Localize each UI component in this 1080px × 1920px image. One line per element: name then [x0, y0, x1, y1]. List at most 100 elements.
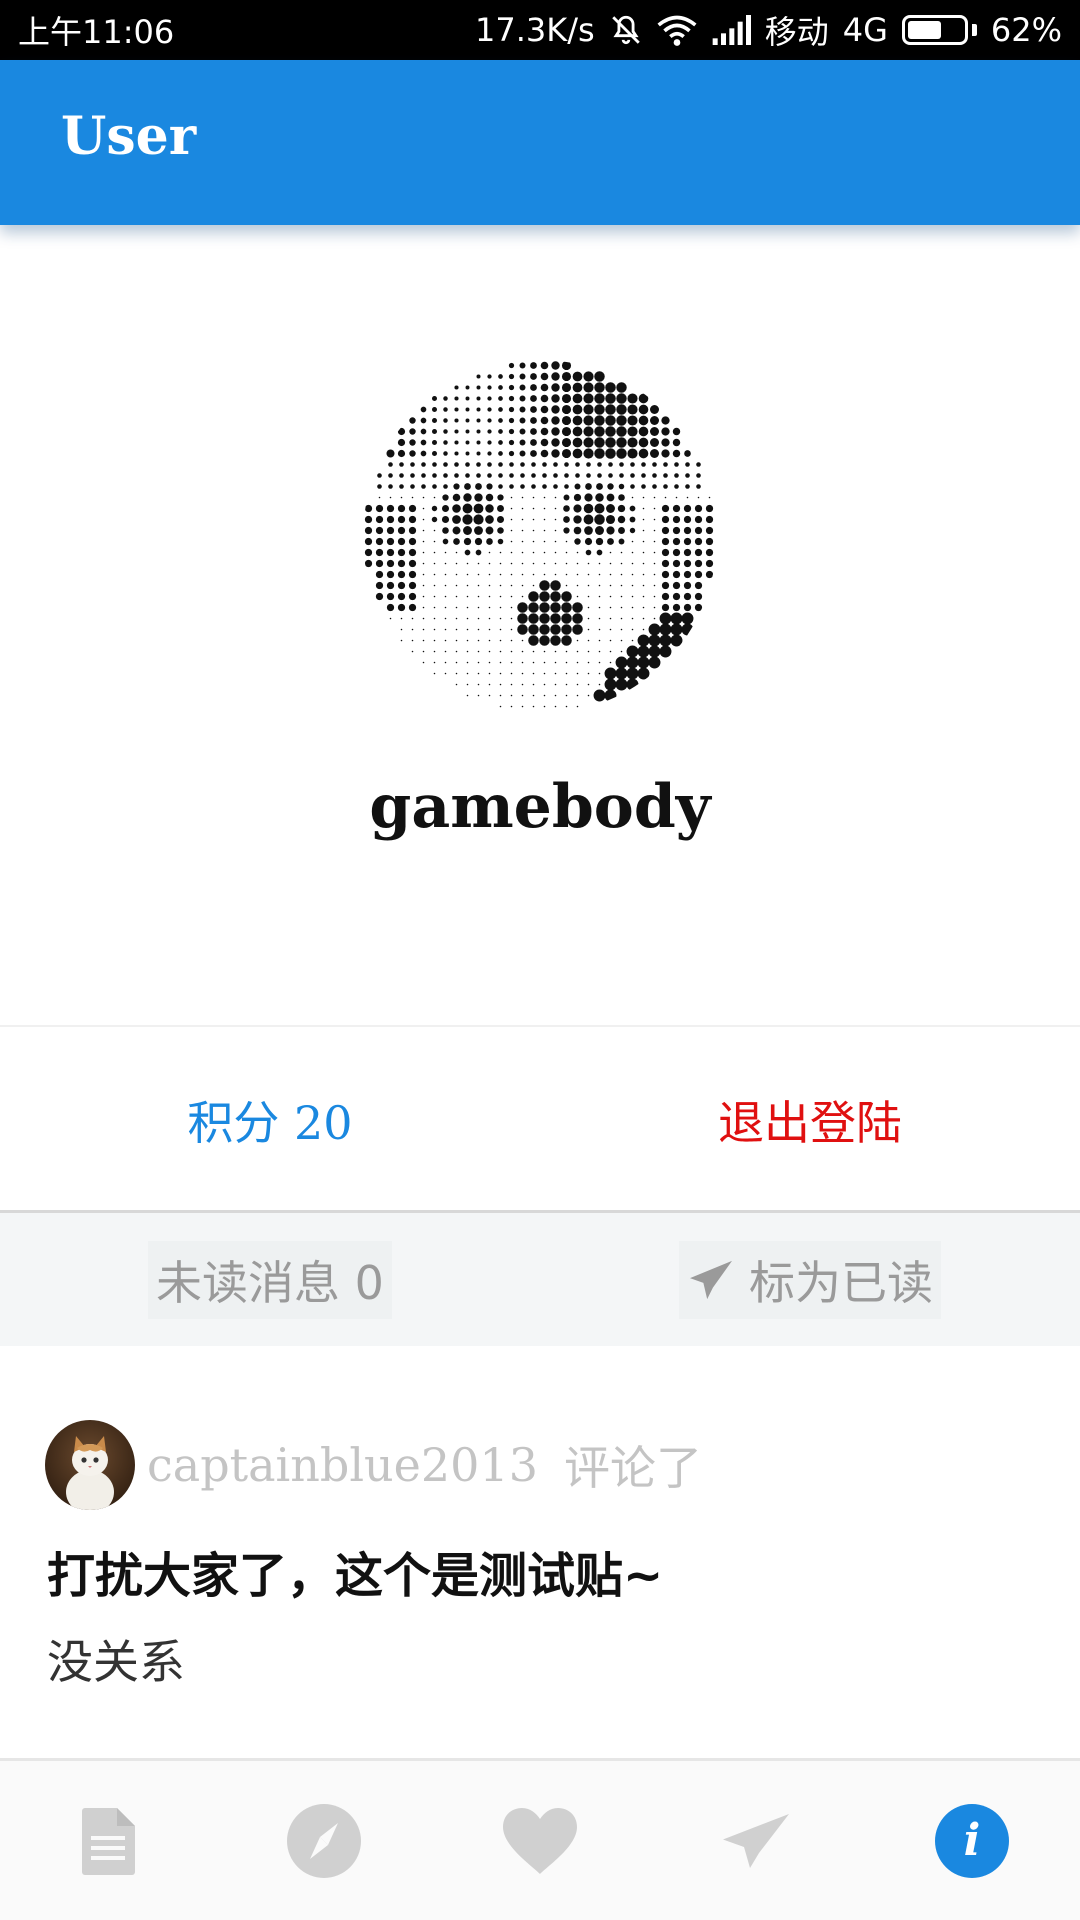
halftone-dot [521, 551, 524, 554]
halftone-dot [454, 473, 459, 478]
halftone-dot [476, 396, 481, 401]
halftone-dot [572, 613, 583, 624]
halftone-dot [431, 516, 438, 523]
halftone-dot [466, 639, 469, 642]
halftone-dot [576, 551, 579, 554]
halftone-dot [605, 382, 616, 393]
halftone-dot [498, 473, 503, 478]
halftone-dot [521, 672, 524, 675]
halftone-dot [433, 595, 436, 598]
comment-username[interactable]: captainblue2013 [147, 1438, 538, 1492]
halftone-dot [672, 581, 681, 590]
halftone-dot [607, 538, 614, 545]
halftone-dot [598, 562, 601, 565]
halftone-dot [705, 559, 714, 568]
halftone-dot [532, 540, 535, 543]
halftone-dot [530, 384, 537, 391]
battery-percent: 62% [990, 11, 1062, 49]
halftone-dot [583, 448, 594, 459]
halftone-dot [705, 548, 714, 557]
halftone-dot [543, 507, 546, 510]
halftone-dot [498, 484, 503, 489]
halftone-dot [462, 514, 473, 525]
halftone-dot [694, 559, 703, 568]
halftone-dot [488, 562, 491, 565]
halftone-dot [499, 705, 502, 708]
points-button[interactable]: 积分 20 [0, 1030, 540, 1210]
network-speed: 17.3K/s [475, 11, 595, 49]
halftone-dot [543, 496, 546, 499]
mark-read-button[interactable]: 标为已读 [540, 1213, 1080, 1346]
halftone-dot [609, 573, 612, 576]
halftone-dot [626, 678, 639, 691]
halftone-dot [409, 417, 416, 424]
halftone-dot [661, 559, 670, 568]
nav-user[interactable]: i [864, 1761, 1080, 1920]
halftone-dot [466, 584, 469, 587]
halftone-dot [637, 667, 650, 680]
halftone-dot [422, 650, 425, 653]
profile-avatar[interactable] [363, 360, 717, 714]
halftone-dot [697, 496, 700, 499]
halftone-dot [576, 705, 579, 708]
halftone-dot [444, 562, 447, 565]
halftone-dot [521, 518, 524, 521]
halftone-dot [554, 562, 557, 565]
halftone-dot [477, 562, 480, 565]
halftone-dot [397, 603, 406, 612]
halftone-dot [683, 570, 692, 579]
halftone-dot [510, 562, 513, 565]
halftone-dot [653, 507, 656, 510]
nav-messages[interactable] [648, 1761, 864, 1920]
halftone-dot [585, 549, 592, 556]
unread-messages[interactable]: 未读消息 0 [0, 1213, 540, 1346]
app-bar: User [0, 60, 1080, 225]
halftone-dot [627, 404, 638, 415]
halftone-dot [550, 635, 561, 646]
halftone-dot [510, 551, 513, 554]
halftone-dot [399, 462, 404, 467]
halftone-dot [474, 526, 483, 535]
halftone-dot [487, 429, 492, 434]
halftone-dot [620, 562, 623, 565]
halftone-dot [576, 683, 579, 686]
halftone-dot [444, 584, 447, 587]
halftone-dot [573, 526, 582, 535]
halftone-dot [444, 650, 447, 653]
halftone-dot [454, 385, 459, 390]
halftone-dot [540, 416, 549, 425]
halftone-dot [477, 573, 480, 576]
nav-explore[interactable] [216, 1761, 432, 1920]
halftone-dot [597, 462, 602, 467]
halftone-dot [565, 661, 568, 664]
halftone-dot [563, 494, 570, 501]
halftone-dot [521, 573, 524, 576]
list-item[interactable]: captainblue2013 评论了 打扰大家了，这个是测试贴~ 没关系 [0, 1346, 1080, 1760]
halftone-dot [532, 705, 535, 708]
halftone-dot [572, 602, 583, 613]
halftone-dot [375, 537, 384, 546]
avatar[interactable] [45, 1420, 135, 1510]
halftone-dot [575, 473, 580, 478]
halftone-dot [397, 581, 406, 590]
halftone-dot [408, 581, 417, 590]
nav-favorites[interactable] [432, 1761, 648, 1920]
halftone-dot [554, 496, 557, 499]
halftone-dot [564, 462, 569, 467]
halftone-dot [648, 634, 661, 647]
halftone-dot [565, 683, 568, 686]
halftone-dot [455, 595, 458, 598]
halftone-dot [375, 504, 384, 513]
halftone-dot [410, 484, 415, 489]
halftone-dot [540, 383, 549, 392]
halftone-dot [433, 551, 436, 554]
halftone-dot [661, 438, 670, 447]
halftone-dot [674, 484, 679, 489]
halftone-dot [661, 526, 670, 535]
logout-button[interactable]: 退出登陆 [540, 1030, 1080, 1210]
halftone-dot [488, 606, 491, 609]
halftone-dot [642, 628, 645, 631]
nav-topics[interactable] [0, 1761, 216, 1920]
bottom-nav: i [0, 1761, 1080, 1920]
post-title[interactable]: 打扰大家了，这个是测试贴~ [47, 1536, 663, 1606]
